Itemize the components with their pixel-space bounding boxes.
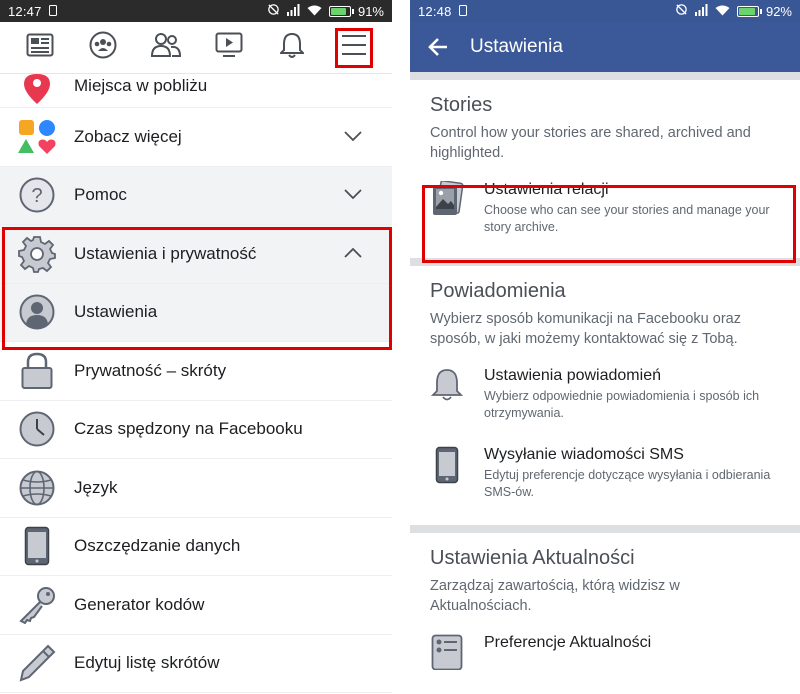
- facebook-tab-bar: [0, 22, 392, 74]
- chevron-down-icon: [344, 128, 362, 146]
- menu-list: Miejsca w pobliżu Zobacz więcej ? Pomoc …: [0, 74, 392, 693]
- status-bar: 12:47 91%: [0, 0, 392, 22]
- section-title: Ustawienia Aktualności: [430, 547, 635, 569]
- menu-item-nearby[interactable]: Miejsca w pobliżu: [0, 74, 392, 108]
- section-divider: [410, 258, 800, 266]
- item-title: Preferencje Aktualności: [484, 634, 652, 651]
- wifi-icon: [307, 4, 322, 19]
- notifications-tab[interactable]: [272, 28, 312, 68]
- bell-icon: [430, 367, 464, 407]
- news-feed-icon: [26, 33, 54, 62]
- menu-item-settings-privacy[interactable]: Ustawienia i prywatność: [0, 225, 392, 284]
- lock-icon: [18, 352, 56, 390]
- friends-icon: [150, 32, 181, 63]
- item-title: Ustawienia powiadomień: [484, 367, 661, 384]
- battery-percent: 92%: [765, 3, 792, 19]
- signal-icon: [694, 3, 708, 19]
- help-icon: ?: [18, 176, 56, 214]
- signal-icon: [286, 3, 300, 19]
- section-description: Wybierz sposób komunikacji na Facebooku …: [430, 311, 741, 347]
- alarm-off-icon: [675, 3, 688, 19]
- section-title: Powiadomienia: [430, 280, 566, 302]
- groups-tab[interactable]: [83, 28, 123, 68]
- menu-item-language[interactable]: Język: [0, 459, 392, 518]
- item-description: Wybierz odpowiednie powiadomienia i spos…: [484, 389, 760, 420]
- stories-section: Stories Control how your stories are sha…: [410, 80, 800, 256]
- clock-icon: [18, 410, 56, 448]
- svg-text:?: ?: [31, 185, 42, 207]
- watch-tab[interactable]: [209, 28, 249, 68]
- notifications-section: Powiadomienia Wybierz sposób komunikacji…: [410, 266, 800, 521]
- hamburger-icon: [341, 34, 366, 61]
- wifi-icon: [715, 4, 730, 19]
- status-time: 12:47: [8, 3, 42, 19]
- section-description: Zarządzaj zawartością, którą widzisz w A…: [430, 578, 680, 614]
- story-settings-item[interactable]: Ustawienia relacji Choose who can see yo…: [430, 171, 780, 246]
- notification-settings-item[interactable]: Ustawienia powiadomień Wybierz odpowiedn…: [430, 357, 780, 432]
- key-icon: [18, 586, 56, 624]
- globe-icon: [18, 469, 56, 507]
- menu-item-code-generator[interactable]: Generator kodów: [0, 576, 392, 635]
- section-title: Stories: [430, 94, 493, 116]
- menu-item-see-more[interactable]: Zobacz więcej: [0, 108, 392, 167]
- news-feed-tab[interactable]: [20, 28, 60, 68]
- section-divider: [410, 525, 800, 533]
- left-screenshot: 12:47 91% Miejsca w pobliżu Zobacz więce…: [0, 0, 392, 694]
- battery-icon: [328, 5, 354, 17]
- alarm-off-icon: [267, 3, 280, 19]
- battery-icon: [736, 5, 762, 17]
- news-feed-icon: [430, 634, 464, 674]
- item-description: Choose who can see your stories and mana…: [484, 203, 770, 234]
- menu-item-privacy-shortcuts[interactable]: Prywatność – skróty: [0, 342, 392, 401]
- right-screenshot: 12:48 92% Ustawienia Stories Control how…: [410, 0, 800, 694]
- section-divider: [410, 72, 800, 80]
- newsfeed-section: Ustawienia Aktualności Zarządzaj zawarto…: [410, 533, 800, 694]
- menu-item-settings[interactable]: Ustawienia: [0, 283, 392, 342]
- page-title: Ustawienia: [470, 36, 563, 57]
- item-title: Ustawienia relacji: [484, 181, 609, 198]
- menu-tab[interactable]: [334, 27, 373, 68]
- groups-icon: [89, 31, 117, 64]
- sms-settings-item[interactable]: Wysyłanie wiadomości SMS Edytuj preferen…: [430, 436, 780, 511]
- phone-icon: [18, 527, 56, 566]
- photo-stack-icon: [430, 181, 464, 221]
- menu-item-data-saver[interactable]: Oszczędzanie danych: [0, 517, 392, 576]
- settings-header: Ustawienia: [410, 22, 800, 72]
- status-bar: 12:48 92%: [410, 0, 800, 22]
- section-description: Control how your stories are shared, arc…: [430, 125, 751, 161]
- pencil-icon: [18, 644, 56, 682]
- phone-icon: [430, 446, 464, 486]
- newsfeed-preferences-item[interactable]: Preferencje Aktualności: [430, 624, 780, 684]
- battery-percent: 91%: [357, 3, 384, 19]
- chevron-up-icon: [344, 245, 362, 263]
- back-arrow-icon[interactable]: [428, 36, 450, 58]
- map-pin-icon: [18, 74, 56, 108]
- item-title: Wysyłanie wiadomości SMS: [484, 446, 684, 463]
- menu-item-time-on-facebook[interactable]: Czas spędzony na Facebooku: [0, 400, 392, 459]
- friends-tab[interactable]: [146, 28, 186, 68]
- user-icon: [18, 293, 56, 331]
- notification-icon: [458, 4, 467, 19]
- shapes-icon: [18, 118, 56, 156]
- menu-item-help[interactable]: ? Pomoc: [0, 166, 392, 225]
- status-time: 12:48: [418, 3, 452, 19]
- chevron-down-icon: [344, 186, 362, 204]
- menu-item-edit-shortcuts[interactable]: Edytuj listę skrótów: [0, 634, 392, 693]
- video-icon: [215, 32, 243, 63]
- gear-icon: [18, 235, 56, 273]
- item-description: Edytuj preferencje dotyczące wysyłania i…: [484, 468, 771, 499]
- bell-icon: [278, 31, 305, 64]
- notification-icon: [48, 4, 57, 19]
